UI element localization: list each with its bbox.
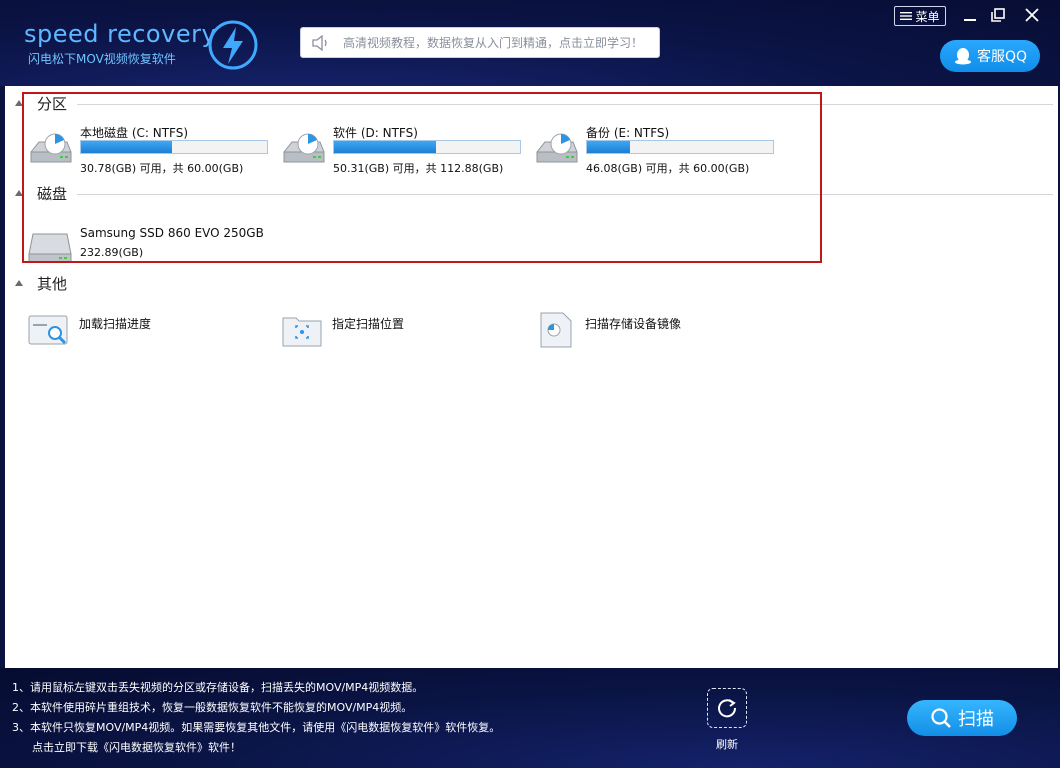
refresh-label: 刷新 bbox=[716, 738, 738, 751]
main-panel: 分区 本地磁盘 (C: NTFS) 30.78(GB) 可用，共 60.00(G… bbox=[5, 86, 1058, 668]
usage-tips: 1、请用鼠标左键双击丢失视频的分区或存储设备，扫描丢失的MOV/MP4视频数据。… bbox=[12, 678, 500, 758]
tutorial-notice[interactable]: 高清视频教程，数据恢复从入门到精通，点击立即学习！ bbox=[300, 27, 660, 58]
other-item-label: 加载扫描进度 bbox=[79, 317, 152, 331]
scan-label: 扫描 bbox=[958, 709, 994, 730]
minimize-button[interactable] bbox=[960, 5, 980, 25]
refresh-icon bbox=[718, 699, 737, 718]
load-scan-progress-icon bbox=[28, 315, 68, 345]
other-item-label: 指定扫描位置 bbox=[332, 317, 405, 331]
scan-location-item[interactable]: 指定扫描位置 bbox=[280, 310, 404, 354]
customer-service-qq-button[interactable]: 客服QQ bbox=[940, 40, 1040, 72]
search-icon bbox=[931, 708, 951, 728]
download-link[interactable]: 点击立即下载《闪电数据恢复软件》软件！ bbox=[12, 738, 500, 758]
speaker-icon bbox=[312, 34, 327, 51]
disk-image-item[interactable]: 扫描存储设备镜像 bbox=[533, 310, 681, 354]
notice-text: 高清视频教程，数据恢复从入门到精通，点击立即学习！ bbox=[343, 36, 644, 50]
qq-label: 客服QQ bbox=[976, 49, 1028, 65]
scan-location-icon bbox=[282, 317, 322, 347]
footer-bar: 1、请用鼠标左键双击丢失视频的分区或存储设备，扫描丢失的MOV/MP4视频数据。… bbox=[0, 668, 1060, 768]
other-item-label: 扫描存储设备镜像 bbox=[585, 317, 682, 331]
app-logo: speed recovery 闪电松下MOV视频恢复软件 bbox=[22, 18, 272, 78]
menu-button[interactable]: 菜单 bbox=[894, 6, 946, 26]
other-section-header[interactable]: 其他 bbox=[15, 273, 1053, 293]
tip-line: 1、请用鼠标左键双击丢失视频的分区或存储设备，扫描丢失的MOV/MP4视频数据。 bbox=[12, 681, 424, 694]
close-button[interactable] bbox=[1022, 5, 1042, 25]
refresh-button[interactable] bbox=[707, 688, 747, 728]
menu-icon bbox=[900, 12, 913, 20]
minimize-icon bbox=[964, 19, 976, 21]
close-icon bbox=[1025, 8, 1039, 22]
maximize-icon bbox=[991, 8, 1005, 22]
section-divider bbox=[77, 284, 1053, 285]
load-scan-progress-item[interactable]: 加载扫描进度 bbox=[27, 310, 151, 354]
menu-label: 菜单 bbox=[915, 9, 940, 24]
maximize-button[interactable] bbox=[988, 5, 1008, 25]
logo-subtitle: 闪电松下MOV视频恢复软件 bbox=[28, 52, 176, 66]
logo-text: speed recovery bbox=[24, 20, 217, 48]
highlight-frame bbox=[22, 92, 822, 263]
tip-line: 3、本软件只恢复MOV/MP4视频。如果需要恢复其他文件，请使用《闪电数据恢复软… bbox=[12, 721, 501, 734]
disk-image-icon bbox=[540, 312, 572, 348]
qq-penguin-icon bbox=[954, 48, 971, 65]
collapse-arrow-icon[interactable] bbox=[15, 280, 23, 286]
tip-line: 2、本软件使用碎片重组技术，恢复一般数据恢复软件不能恢复的MOV/MP4视频。 bbox=[12, 701, 413, 714]
title-bar: speed recovery 闪电松下MOV视频恢复软件 高清视频教程，数据恢复… bbox=[0, 0, 1060, 86]
scan-button[interactable]: 扫描 bbox=[907, 700, 1017, 736]
lightning-icon bbox=[208, 20, 258, 70]
section-title-other: 其他 bbox=[37, 274, 68, 293]
